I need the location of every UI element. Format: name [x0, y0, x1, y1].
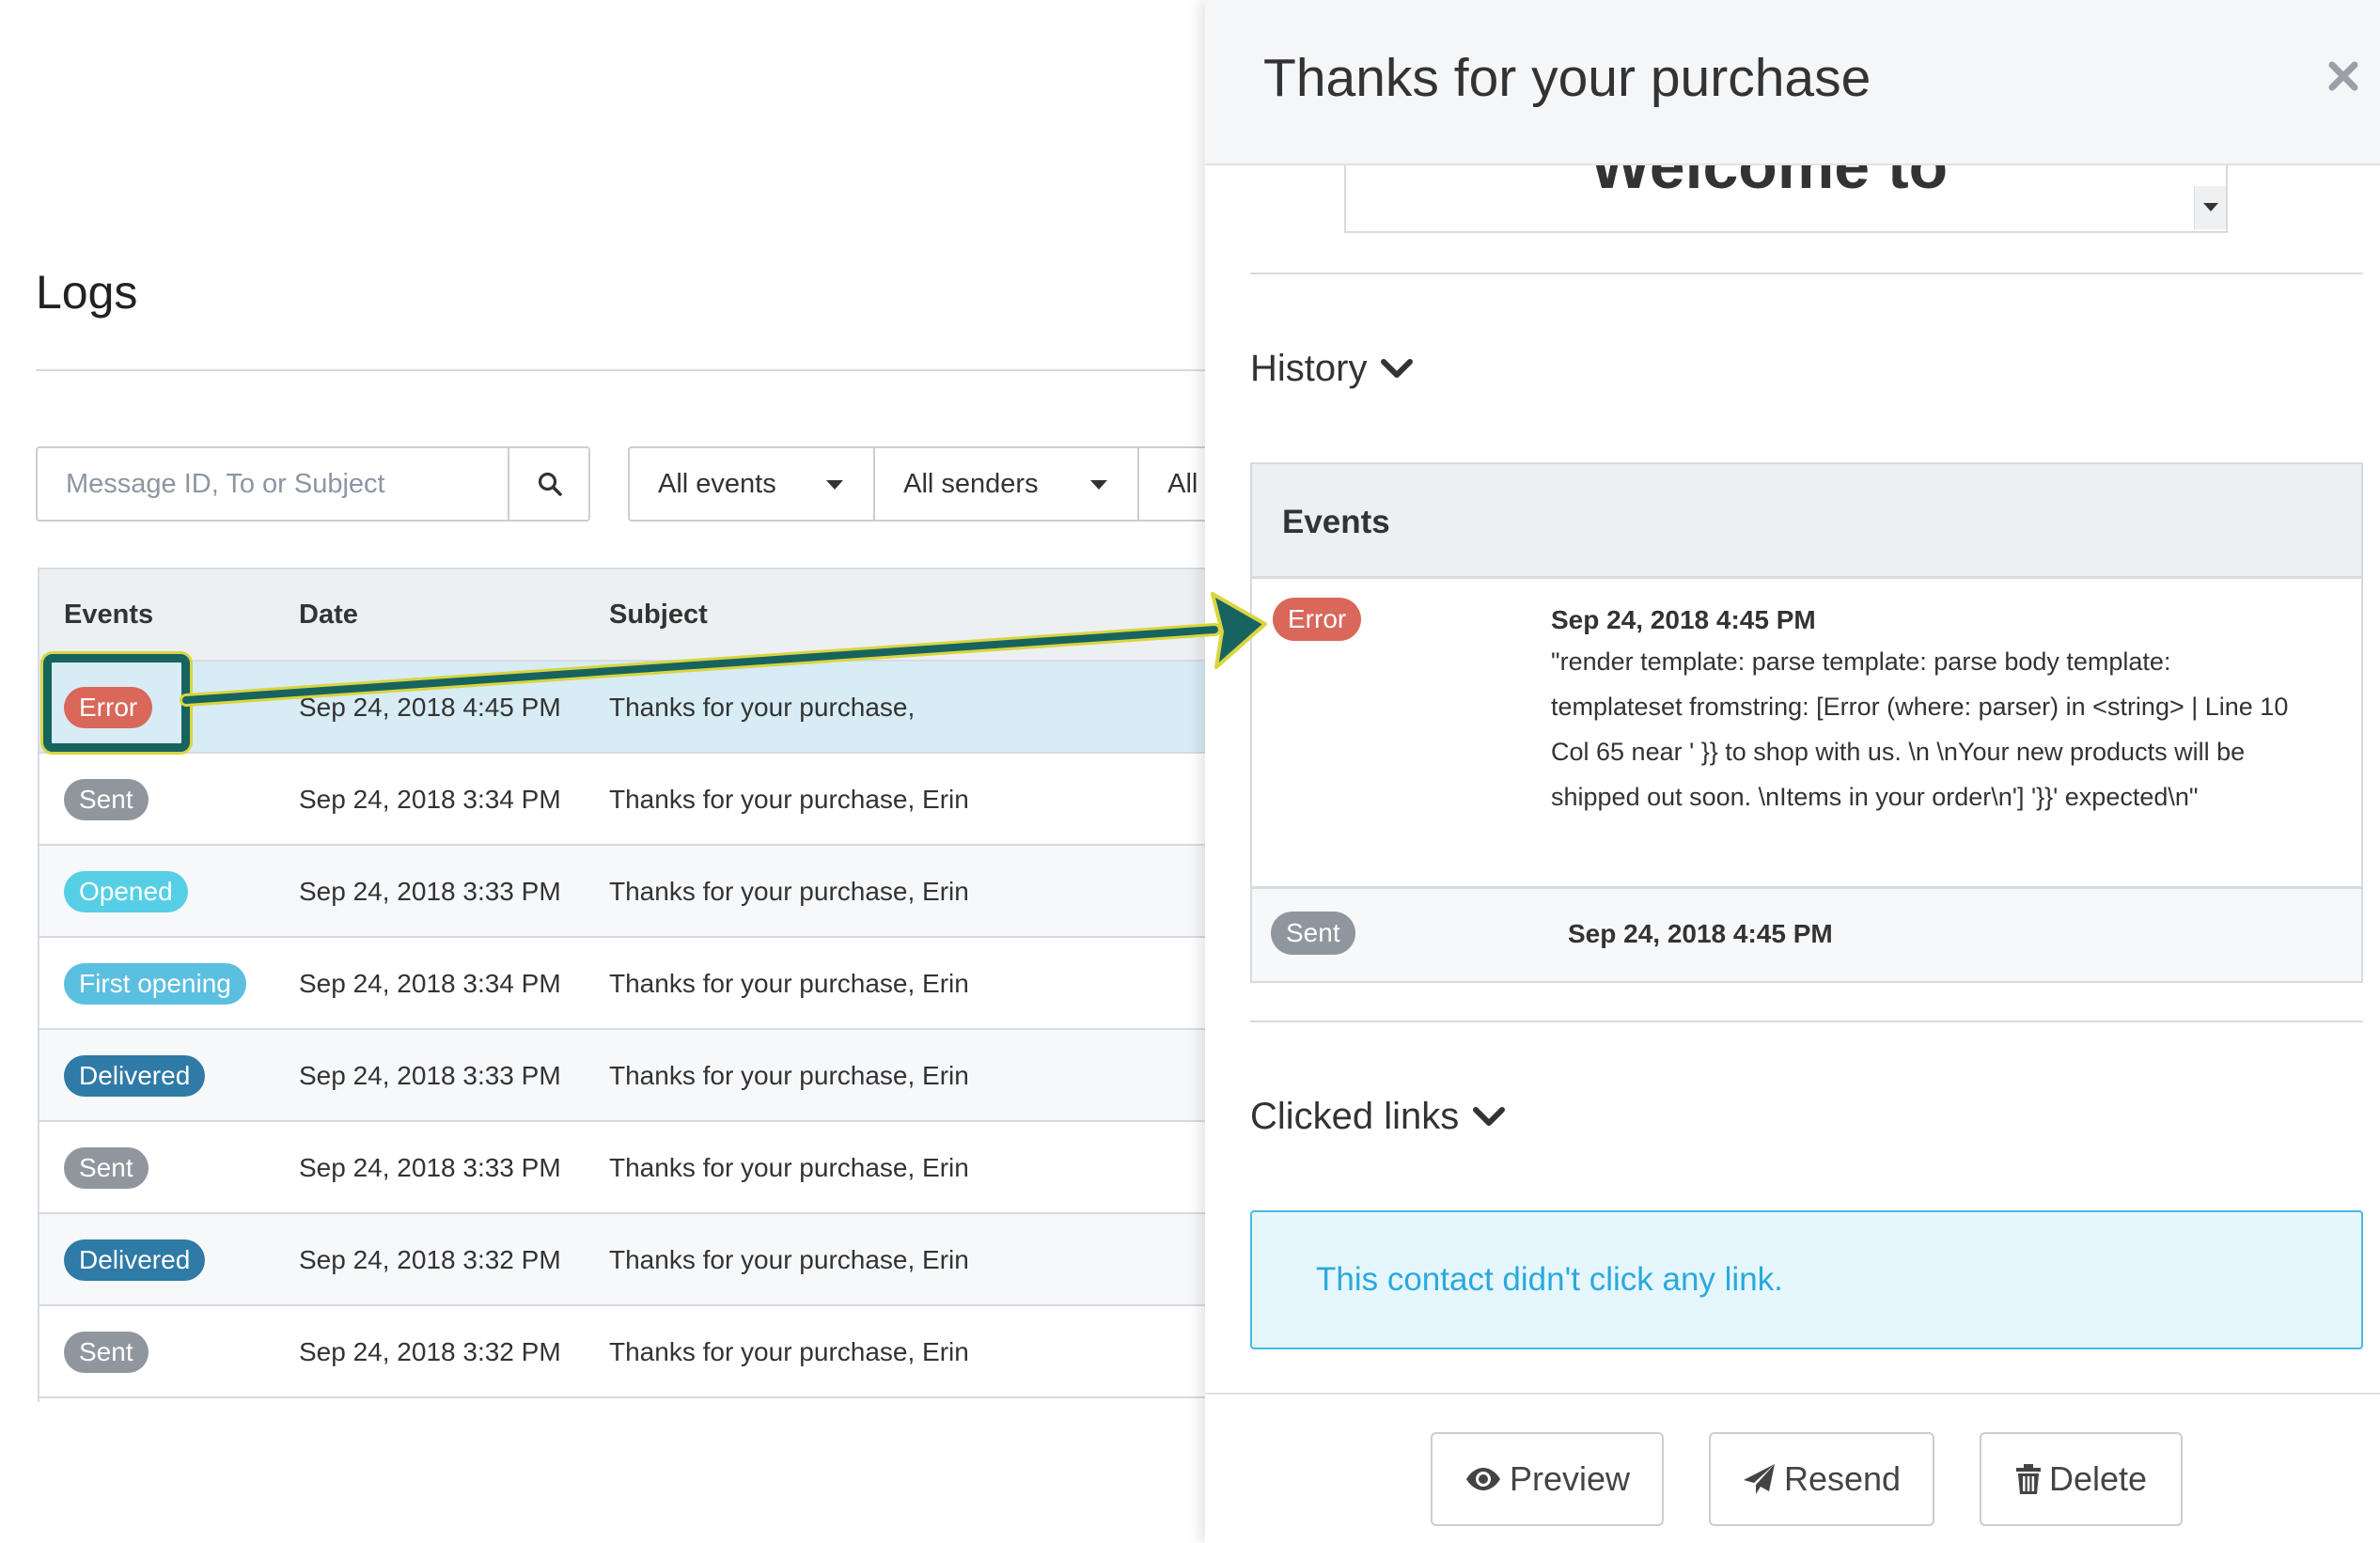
- events-header-label: Events: [1282, 504, 1390, 540]
- history-label: History: [1250, 348, 1368, 389]
- message-detail-panel: Welcome to Thanks for your purchase Hist…: [1205, 0, 2380, 1543]
- error-message: "render template: parse template: parse …: [1551, 647, 2289, 811]
- events-filter-label: All events: [658, 468, 776, 499]
- paper-plane-icon: [1743, 1464, 1775, 1494]
- row-subject: Thanks for your purchase, Erin: [609, 969, 969, 998]
- events-header: Events: [1252, 464, 2361, 579]
- delete-button-label: Delete: [2048, 1459, 2148, 1498]
- row-subject: Thanks for your purchase, Erin: [609, 1153, 969, 1182]
- table-row[interactable]: Delivered Sep 24, 2018 3:33 PM Thanks fo…: [39, 1030, 1207, 1122]
- event-badge-sent: Sent: [64, 1147, 149, 1189]
- logs-page: Logs All events All senders All Events D…: [0, 0, 1207, 1543]
- row-date: Sep 24, 2018 3:33 PM: [299, 877, 561, 906]
- search-button[interactable]: [508, 448, 590, 520]
- divider: [36, 369, 1205, 371]
- table-row[interactable]: Opened Sep 24, 2018 3:33 PM Thanks for y…: [39, 846, 1207, 938]
- event-badge-error: Error: [1273, 598, 1362, 641]
- row-subject: Thanks for your purchase, Erin: [609, 877, 969, 906]
- no-links-message: This contact didn't click any link.: [1316, 1261, 1783, 1298]
- table-row[interactable]: Sent Sep 24, 2018 3:33 PM Thanks for you…: [39, 1122, 1207, 1214]
- clicked-links-toggle[interactable]: Clicked links: [1250, 1096, 1506, 1138]
- resend-button-label: Resend: [1783, 1459, 1902, 1498]
- no-links-alert: This contact didn't click any link.: [1250, 1210, 2363, 1349]
- table-row[interactable]: Sent Sep 24, 2018 3:32 PM Thanks for you…: [39, 1306, 1207, 1398]
- logs-table: Events Date Subject Error Sep 24, 2018 4…: [38, 568, 1207, 1402]
- row-date: Sep 24, 2018 3:33 PM: [299, 1153, 561, 1182]
- divider: [1250, 1021, 2363, 1022]
- event-badge-opened: Opened: [64, 871, 188, 912]
- event-item-error: Error Sep 24, 2018 4:45 PM "render templ…: [1252, 579, 2361, 889]
- row-subject: Thanks for your purchase,: [609, 693, 916, 722]
- table-row[interactable]: Delivered Sep 24, 2018 3:32 PM Thanks fo…: [39, 1214, 1207, 1306]
- events-filter-dropdown[interactable]: All events: [630, 448, 876, 520]
- third-filter-label: All: [1167, 468, 1198, 499]
- preview-button-label: Preview: [1509, 1459, 1631, 1498]
- caret-down-icon: [1090, 480, 1108, 490]
- search-input[interactable]: [38, 448, 508, 520]
- caret-down-icon: [826, 480, 844, 490]
- history-toggle[interactable]: History: [1250, 348, 1414, 390]
- row-date: Sep 24, 2018 3:32 PM: [299, 1337, 561, 1366]
- row-subject: Thanks for your purchase, Erin: [609, 785, 969, 814]
- panel-header: Thanks for your purchase: [1205, 0, 2380, 165]
- preview-scroll-button[interactable]: [2194, 186, 2226, 229]
- search-box: [36, 446, 590, 522]
- caret-down-icon: [2203, 203, 2218, 211]
- row-subject: Thanks for your purchase, Erin: [609, 1337, 969, 1366]
- events-column-header: Events: [64, 600, 154, 630]
- events-history-box: Events Error Sep 24, 2018 4:45 PM "rende…: [1250, 462, 2363, 983]
- event-badge-sent: Sent: [1271, 912, 1355, 955]
- event-item-sent: Sent Sep 24, 2018 4:45 PM: [1252, 889, 2361, 981]
- senders-filter-label: All senders: [903, 468, 1039, 499]
- event-date: Sep 24, 2018 4:45 PM: [1568, 919, 1833, 948]
- table-row[interactable]: First opening Sep 24, 2018 3:34 PM Thank…: [39, 938, 1207, 1030]
- event-badge-delivered: Delivered: [64, 1239, 206, 1281]
- row-subject: Thanks for your purchase, Erin: [609, 1245, 969, 1274]
- event-badge-delivered: Delivered: [64, 1055, 206, 1097]
- divider: [1250, 273, 2363, 274]
- table-row[interactable]: Sent Sep 24, 2018 3:34 PM Thanks for you…: [39, 754, 1207, 846]
- page-title: Logs: [36, 266, 138, 319]
- trash-icon: [2015, 1464, 2041, 1494]
- third-filter-dropdown[interactable]: All: [1139, 448, 1205, 520]
- chevron-down-icon: [1473, 1106, 1506, 1126]
- row-date: Sep 24, 2018 4:45 PM: [299, 693, 561, 722]
- row-date: Sep 24, 2018 3:34 PM: [299, 969, 561, 998]
- clicked-links-label: Clicked links: [1250, 1096, 1460, 1137]
- delete-button[interactable]: Delete: [1980, 1432, 2183, 1526]
- search-icon: [538, 472, 562, 496]
- event-badge-sent: Sent: [64, 1332, 149, 1373]
- table-row[interactable]: Error Sep 24, 2018 4:45 PM Thanks for yo…: [39, 662, 1207, 754]
- panel-title: Thanks for your purchase: [1263, 48, 1871, 108]
- resend-button[interactable]: Resend: [1709, 1432, 1934, 1526]
- date-column-header: Date: [299, 600, 358, 630]
- row-date: Sep 24, 2018 3:34 PM: [299, 785, 561, 814]
- event-date: Sep 24, 2018 4:45 PM: [1551, 605, 1816, 634]
- table-header: Events Date Subject: [39, 569, 1207, 662]
- preview-button[interactable]: Preview: [1431, 1432, 1664, 1526]
- filter-group: All events All senders All: [628, 446, 1205, 522]
- event-badge-first-opening: First opening: [64, 963, 246, 1005]
- senders-filter-dropdown[interactable]: All senders: [875, 448, 1140, 520]
- divider: [1205, 1393, 2380, 1395]
- event-badge-sent: Sent: [64, 779, 149, 820]
- close-button[interactable]: [2324, 56, 2363, 96]
- eye-icon: [1465, 1468, 1500, 1490]
- row-date: Sep 24, 2018 3:33 PM: [299, 1061, 561, 1090]
- row-date: Sep 24, 2018 3:32 PM: [299, 1245, 561, 1274]
- subject-column-header: Subject: [609, 600, 708, 630]
- error-badge-highlight: [43, 654, 190, 752]
- row-subject: Thanks for your purchase, Erin: [609, 1061, 969, 1090]
- close-icon: [2328, 61, 2358, 91]
- chevron-down-icon: [1381, 358, 1414, 378]
